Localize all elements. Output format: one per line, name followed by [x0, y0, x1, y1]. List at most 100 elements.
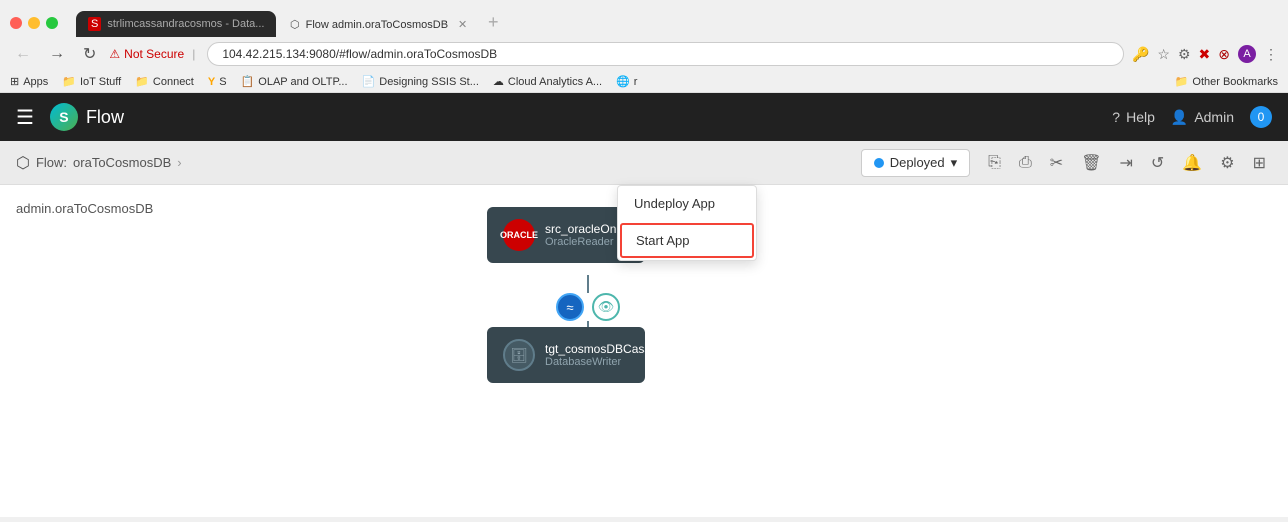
stream-icon[interactable]: ≈ — [556, 293, 584, 321]
start-app-item[interactable]: Start App — [620, 223, 754, 258]
bookmark-connect[interactable]: 📁 Connect — [135, 75, 194, 88]
overflow-menu[interactable]: ⋮ — [1264, 46, 1278, 63]
breadcrumb-icon: ⬡ — [16, 153, 30, 173]
user-icon: 👤 — [1171, 109, 1188, 126]
maximize-button[interactable] — [46, 17, 58, 29]
cut-button[interactable]: ✂ — [1044, 147, 1069, 179]
bookmark-label-r: r — [634, 76, 638, 88]
tab-flow[interactable]: ⬡ Flow admin.oraToCosmosDB ✕ — [278, 12, 478, 37]
breadcrumb-flow-label: Flow: — [36, 155, 67, 170]
target-node-name: tgt_cosmosDBCassandra — [545, 342, 681, 356]
alert-button[interactable]: 🔔 — [1176, 147, 1208, 179]
address-bar: ← → ↻ ⚠ Not Secure | 104.42.215.134:9080… — [0, 37, 1288, 71]
deployed-chevron: ▾ — [951, 155, 958, 171]
bookmark-r-icon: 🌐 — [616, 75, 630, 88]
canvas-area: admin.oraToCosmosDB ORACLE src_oracleOnP… — [0, 185, 1288, 517]
bookmark-r[interactable]: 🌐 r — [616, 75, 637, 88]
target-node-info: tgt_cosmosDBCassandra DatabaseWriter — [545, 342, 681, 368]
undeploy-app-item[interactable]: Undeploy App — [618, 186, 756, 221]
folder-icon-connect: 📁 — [135, 75, 149, 88]
eye-icon[interactable]: 👁 — [592, 293, 620, 321]
key-icon: 🔑 — [1132, 46, 1149, 63]
target-node[interactable]: 🗄 tgt_cosmosDBCassandra DatabaseWriter — [487, 327, 645, 383]
extension-icon3[interactable]: ⊗ — [1218, 46, 1230, 63]
grid-button[interactable]: ⊞ — [1247, 147, 1272, 179]
copy-button[interactable]: ⎘ — [982, 148, 1007, 178]
security-icon: ⚠ — [109, 47, 120, 61]
bookmark-label-cloud: Cloud Analytics A... — [508, 76, 602, 88]
settings-button[interactable]: ⚙ — [1214, 147, 1240, 179]
target-node-type: DatabaseWriter — [545, 356, 681, 368]
new-tab-button[interactable]: + — [480, 8, 507, 37]
app-title: Flow — [86, 107, 124, 128]
bookmark-label-olap: OLAP and OLTP... — [258, 76, 347, 88]
tab-label-strlim: strlimcassandracosmos - Data... — [107, 18, 264, 30]
db-icon: 🗄 — [503, 339, 535, 371]
delete-button[interactable]: 🗑 — [1075, 147, 1107, 179]
tab-label-flow: Flow admin.oraToCosmosDB — [306, 19, 448, 31]
star-icon[interactable]: ☆ — [1157, 46, 1170, 63]
export-button[interactable]: ⇥ — [1114, 147, 1139, 179]
refresh-button[interactable]: ↻ — [78, 42, 101, 66]
window-controls — [10, 17, 58, 29]
apps-icon: ⊞ — [10, 75, 19, 88]
help-label: Help — [1126, 109, 1155, 125]
toolbar-actions: ⎘ ⎙ ✂ 🗑 ⇥ ↺ 🔔 ⚙ ⊞ — [982, 147, 1272, 179]
bookmark-ssis[interactable]: 📄 Designing SSIS St... — [362, 75, 479, 88]
admin-label: Admin — [1194, 109, 1234, 125]
separator: | — [192, 47, 195, 61]
bookmarks-folder-icon: 📁 — [1175, 75, 1189, 88]
tab-close-strlim[interactable]: ✕ — [274, 18, 276, 31]
bookmark-olap-icon: 📋 — [241, 75, 255, 88]
bookmark-label-apps: Apps — [23, 76, 48, 88]
extension-icon2[interactable]: ✖ — [1199, 46, 1211, 63]
sub-header: ⬡ Flow: oraToCosmosDB › Deployed ▾ ⎘ ⎙ ✂… — [0, 141, 1288, 185]
extension-icon1[interactable]: ⚙ — [1178, 46, 1191, 63]
title-bar: S strlimcassandracosmos - Data... ✕ ⬡ Fl… — [0, 0, 1288, 37]
app-header: ☰ S Flow ? Help 👤 Admin 0 — [0, 93, 1288, 141]
bookmark-cloud-icon: ☁ — [493, 75, 504, 88]
bookmarks-bar: ⊞ Apps 📁 IoT Stuff 📁 Connect Y S 📋 OLAP … — [0, 71, 1288, 93]
tab-close-flow[interactable]: ✕ — [458, 18, 467, 31]
bookmark-label-ssis: Designing SSIS St... — [379, 76, 479, 88]
bookmark-label-y: S — [219, 76, 226, 88]
app-logo: S — [50, 103, 78, 131]
other-bookmarks-label: Other Bookmarks — [1192, 76, 1278, 88]
other-bookmarks[interactable]: 📁 Other Bookmarks — [1175, 75, 1278, 88]
tabs-row: S strlimcassandracosmos - Data... ✕ ⬡ Fl… — [76, 8, 507, 37]
bookmark-cloud[interactable]: ☁ Cloud Analytics A... — [493, 75, 602, 88]
security-warning: ⚠ Not Secure | — [109, 47, 199, 61]
notification-count: 0 — [1258, 110, 1265, 124]
browser-chrome: S strlimcassandracosmos - Data... ✕ ⬡ Fl… — [0, 0, 1288, 93]
admin-button[interactable]: 👤 Admin — [1171, 109, 1234, 126]
user-avatar[interactable]: A — [1238, 45, 1256, 63]
bookmark-olap[interactable]: 📋 OLAP and OLTP... — [241, 75, 348, 88]
connector-line-top — [587, 275, 589, 293]
deployed-status-dot — [874, 158, 884, 168]
folder-icon-iot: 📁 — [62, 75, 76, 88]
dropdown-menu: Undeploy App Start App — [617, 185, 757, 261]
connector-icons-row: ≈ 👁 — [556, 293, 620, 321]
flow-path-label: admin.oraToCosmosDB — [16, 201, 153, 216]
bookmark-apps[interactable]: ⊞ Apps — [10, 75, 48, 88]
breadcrumb-chevron: › — [177, 155, 181, 170]
help-button[interactable]: ? Help — [1112, 109, 1155, 125]
deployed-button[interactable]: Deployed ▾ — [861, 149, 970, 177]
notification-badge[interactable]: 0 — [1250, 106, 1272, 128]
forward-button[interactable]: → — [44, 43, 70, 65]
bookmark-y[interactable]: Y S — [208, 76, 227, 88]
url-bar[interactable]: 104.42.215.134:9080/#flow/admin.oraToCos… — [207, 42, 1124, 66]
breadcrumb: ⬡ Flow: oraToCosmosDB › — [16, 153, 182, 173]
close-button[interactable] — [10, 17, 22, 29]
logo-letter: S — [59, 109, 68, 125]
back-button[interactable]: ← — [10, 43, 36, 65]
bookmark-iot[interactable]: 📁 IoT Stuff — [62, 75, 121, 88]
hamburger-menu[interactable]: ☰ — [16, 105, 34, 130]
db-icon-symbol: 🗄 — [510, 347, 528, 364]
minimize-button[interactable] — [28, 17, 40, 29]
paste-button[interactable]: ⎙ — [1013, 148, 1038, 178]
undo-button[interactable]: ↺ — [1145, 147, 1170, 179]
tab-strlim[interactable]: S strlimcassandracosmos - Data... ✕ — [76, 11, 276, 37]
breadcrumb-name: oraToCosmosDB — [73, 155, 171, 170]
url-text: 104.42.215.134:9080/#flow/admin.oraToCos… — [222, 47, 497, 61]
